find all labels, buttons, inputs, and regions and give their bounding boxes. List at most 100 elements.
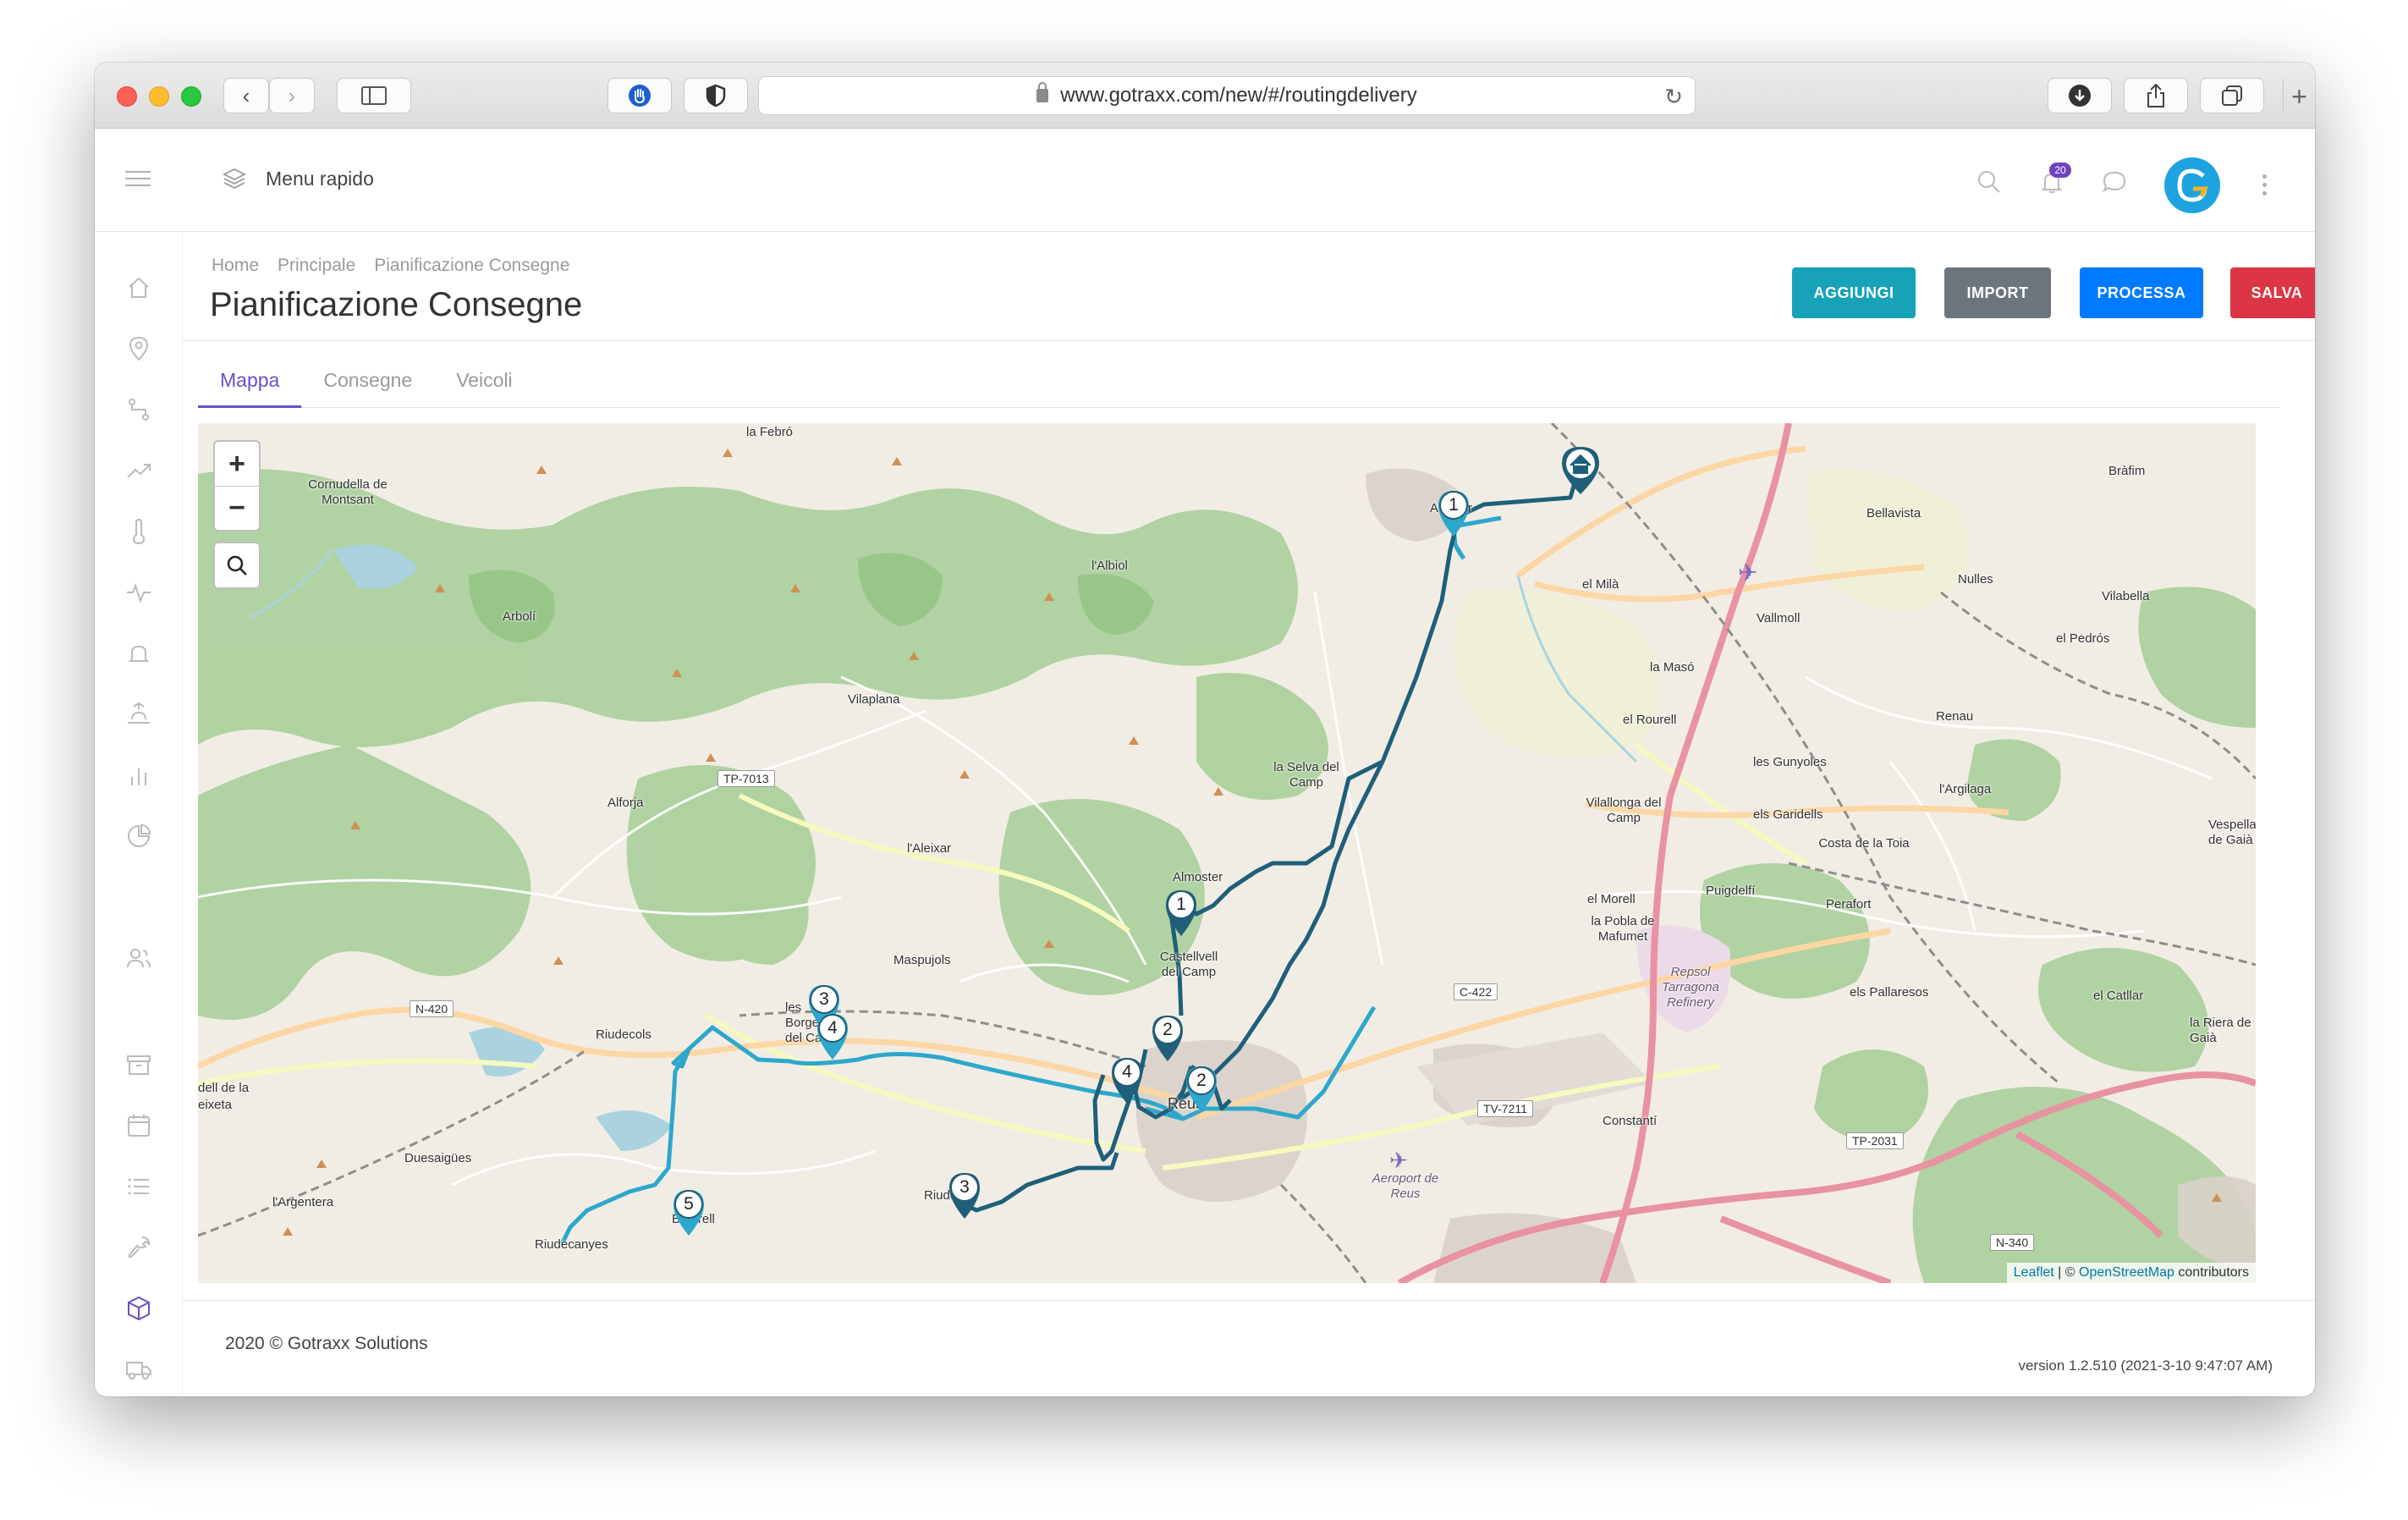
app-header: Menu rapido 20 — [95, 129, 2315, 232]
footer-divider — [183, 1300, 2315, 1301]
tab-consegne[interactable]: Consegne — [301, 357, 434, 408]
wrench-icon[interactable] — [125, 1234, 152, 1261]
route-map[interactable]: ✈ ✈ la Febró Cornudella de Montsant Arbo… — [198, 423, 2256, 1283]
zoom-out-button[interactable]: − — [215, 486, 259, 530]
tabs-overview-button[interactable] — [2200, 78, 2264, 113]
list-icon[interactable] — [125, 1173, 152, 1200]
privacy-button[interactable] — [684, 78, 748, 113]
map-attribution: Leaflet | © OpenStreetMap contributors — [2006, 1263, 2256, 1283]
quick-menu[interactable]: Menu rapido — [222, 166, 374, 191]
truck-icon[interactable] — [125, 1356, 152, 1383]
stop-number: 3 — [810, 985, 838, 1014]
new-tab-button[interactable]: + — [2283, 80, 2315, 113]
zoom-in-button[interactable]: + — [215, 442, 259, 486]
route-icon[interactable] — [125, 396, 152, 423]
reload-icon[interactable]: ↻ — [1664, 84, 1683, 110]
stop-marker[interactable]: 4 — [1108, 1055, 1146, 1110]
osm-link[interactable]: OpenStreetMap — [2079, 1265, 2174, 1280]
alarm-bell-icon[interactable] — [125, 640, 152, 667]
leaflet-link[interactable]: Leaflet — [2014, 1265, 2054, 1280]
road-shield: N-420 — [410, 1000, 454, 1017]
extension-button[interactable] — [607, 78, 672, 113]
stop-marker[interactable]: 5 — [670, 1187, 707, 1242]
browser-window: ‹ › www.gotraxx.com/new/#/routingdeliver… — [95, 63, 2315, 1396]
chat-icon[interactable] — [2100, 168, 2129, 196]
stop-marker[interactable]: 2 — [1149, 1012, 1186, 1067]
place-label: Arbolí — [503, 609, 536, 624]
stop-marker[interactable]: 3 — [946, 1170, 983, 1225]
place-label: Repsol Tarragona Refinery — [1662, 965, 1719, 1010]
user-avatar[interactable] — [2164, 157, 2220, 213]
road-shield: C-422 — [1454, 983, 1498, 1000]
header-more-icon[interactable] — [2262, 174, 2268, 200]
search-icon — [227, 555, 247, 576]
aggiungi-button[interactable]: AGGIUNGI — [1792, 267, 1916, 318]
hamburger-menu-icon[interactable] — [125, 171, 151, 191]
place-label: Bellavista — [1866, 506, 1921, 520]
salva-button[interactable]: SALVA — [2230, 267, 2315, 318]
breadcrumb: Home Principale Pianificazione Consegne — [212, 256, 588, 276]
tab-mappa[interactable]: Mappa — [198, 357, 302, 408]
map-tiles: ✈ ✈ — [198, 423, 2256, 1283]
attribution-contributors: contributors — [2174, 1265, 2249, 1280]
archive-icon[interactable] — [125, 1051, 152, 1078]
activity-icon[interactable] — [125, 579, 152, 606]
place-label: Vilaplana — [848, 692, 900, 707]
calendar-icon[interactable] — [125, 1112, 152, 1139]
place-label: Almoster — [1173, 870, 1223, 884]
stop-marker[interactable]: 1 — [1435, 487, 1472, 542]
page-title: Pianificazione Consegne — [210, 286, 583, 323]
users-icon[interactable] — [125, 944, 152, 972]
share-button[interactable] — [2124, 78, 2188, 113]
search-icon[interactable] — [1975, 168, 2004, 196]
place-label: Vallmoll — [1757, 611, 1801, 625]
back-button[interactable]: ‹ — [223, 78, 269, 113]
main-content: Home Principale Pianificazione Consegne … — [183, 232, 2315, 1396]
home-icon[interactable] — [125, 274, 152, 301]
processa-button[interactable]: PROCESSA — [2080, 267, 2203, 318]
download-icon — [2069, 85, 2091, 107]
breadcrumb-home[interactable]: Home — [212, 256, 259, 276]
quick-menu-label: Menu rapido — [266, 167, 374, 190]
place-label: Castellvell del Camp — [1159, 950, 1218, 979]
sidebar-toggle-button[interactable] — [337, 78, 411, 113]
sidebar — [95, 232, 183, 1396]
package-icon[interactable] — [125, 1295, 152, 1322]
zoom-window-button[interactable] — [181, 86, 201, 107]
tab-veicoli[interactable]: Veicoli — [434, 357, 534, 408]
place-label: l'Albiol — [1091, 559, 1128, 573]
address-bar[interactable]: www.gotraxx.com/new/#/routingdelivery ↻ — [758, 76, 1696, 115]
place-label: Puigdelfí — [1706, 884, 1756, 898]
stop-number: 5 — [674, 1190, 703, 1219]
trending-up-icon[interactable] — [125, 457, 152, 484]
close-window-button[interactable] — [117, 86, 137, 107]
stop-marker[interactable]: 1 — [1163, 887, 1200, 942]
place-label: el Milà — [1582, 577, 1619, 592]
map-search-button[interactable] — [213, 542, 261, 589]
place-label: el Morell — [1587, 892, 1636, 906]
depot-marker[interactable] — [1562, 447, 1599, 494]
stop-number: 4 — [818, 1014, 847, 1043]
place-label: l'Argentera — [272, 1195, 334, 1209]
import-button[interactable]: IMPORT — [1944, 267, 2051, 318]
thermometer-icon[interactable] — [125, 518, 152, 545]
forward-button[interactable]: › — [269, 78, 315, 113]
place-label: Nulles — [1958, 572, 1993, 587]
stop-number: 2 — [1187, 1066, 1216, 1095]
minimize-window-button[interactable] — [149, 86, 169, 107]
stop-marker[interactable]: 2 — [1183, 1063, 1220, 1118]
map-pin-icon[interactable] — [125, 335, 152, 362]
stop-number: 2 — [1153, 1016, 1182, 1044]
breadcrumb-principale[interactable]: Principale — [278, 256, 355, 276]
chevron-right-icon: › — [288, 82, 296, 108]
bar-chart-icon[interactable] — [125, 762, 152, 789]
pie-chart-icon[interactable] — [125, 823, 152, 850]
place-label: Duesaigües — [404, 1151, 472, 1165]
zoom-control: + − — [213, 440, 261, 531]
stop-marker[interactable]: 4 — [814, 1011, 851, 1066]
plus-icon: + — [2291, 80, 2307, 112]
downloads-button[interactable] — [2048, 78, 2112, 113]
place-label: la Riera de Gaià — [2190, 1016, 2251, 1045]
breadcrumb-current: Pianificazione Consegne — [374, 256, 570, 275]
sunrise-icon[interactable] — [125, 701, 152, 728]
